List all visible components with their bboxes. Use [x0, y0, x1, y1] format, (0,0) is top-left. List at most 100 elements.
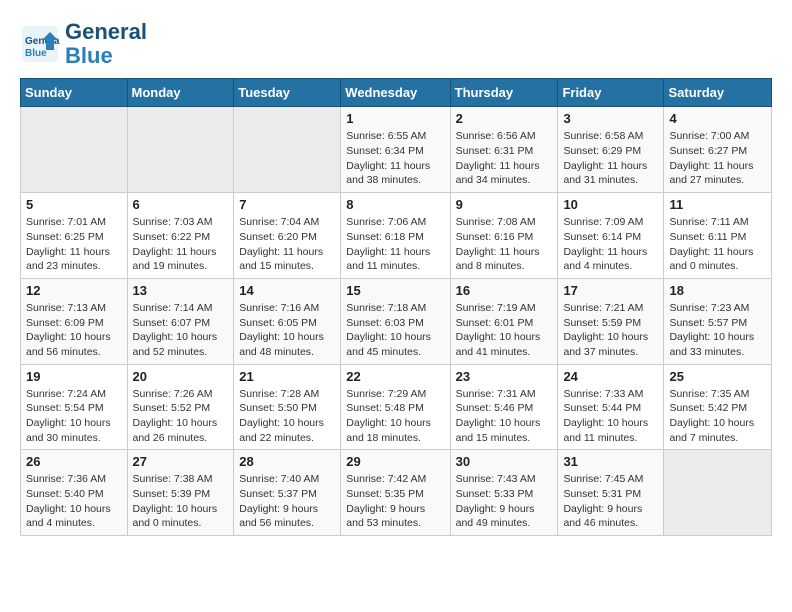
- day-number: 16: [456, 283, 553, 298]
- day-info: Sunrise: 7:08 AM Sunset: 6:16 PM Dayligh…: [456, 215, 553, 274]
- day-info: Sunrise: 7:00 AM Sunset: 6:27 PM Dayligh…: [669, 129, 766, 188]
- calendar-week-row: 1 Sunrise: 6:55 AM Sunset: 6:34 PM Daylig…: [21, 107, 772, 193]
- weekday-header: Sunday: [21, 79, 128, 107]
- day-info: Sunrise: 7:18 AM Sunset: 6:03 PM Dayligh…: [346, 301, 444, 360]
- day-number: 9: [456, 197, 553, 212]
- calendar-week-row: 5Sunrise: 7:01 AM Sunset: 6:25 PM Daylig…: [21, 193, 772, 279]
- calendar-cell: 14Sunrise: 7:16 AM Sunset: 6:05 PM Dayli…: [234, 278, 341, 364]
- day-info: Sunrise: 7:36 AM Sunset: 5:40 PM Dayligh…: [26, 472, 122, 531]
- weekday-header: Friday: [558, 79, 664, 107]
- calendar-cell: 30 Sunrise: 7:43 AM Sunset: 5:33 PM Dayli…: [450, 450, 558, 536]
- day-info: Sunrise: 7:43 AM Sunset: 5:33 PM Dayligh…: [456, 472, 553, 531]
- page-header: General Blue GeneralBlue: [20, 20, 772, 68]
- calendar-cell: 22 Sunrise: 7:29 AM Sunset: 5:48 PM Dayli…: [341, 364, 450, 450]
- day-number: 29: [346, 454, 444, 469]
- day-number: 2: [456, 111, 553, 126]
- calendar-cell: 5Sunrise: 7:01 AM Sunset: 6:25 PM Daylig…: [21, 193, 128, 279]
- calendar-cell: 13 Sunrise: 7:14 AM Sunset: 6:07 PM Dayli…: [127, 278, 234, 364]
- calendar-header-row: SundayMondayTuesdayWednesdayThursdayFrid…: [21, 79, 772, 107]
- day-number: 7: [239, 197, 335, 212]
- calendar-cell: 8 Sunrise: 7:06 AM Sunset: 6:18 PM Daylig…: [341, 193, 450, 279]
- day-info: Sunrise: 7:31 AM Sunset: 5:46 PM Dayligh…: [456, 387, 553, 446]
- day-info: Sunrise: 6:55 AM Sunset: 6:34 PM Dayligh…: [346, 129, 444, 188]
- day-number: 31: [563, 454, 658, 469]
- day-info: Sunrise: 7:24 AM Sunset: 5:54 PM Dayligh…: [26, 387, 122, 446]
- day-number: 17: [563, 283, 658, 298]
- calendar-cell: 26 Sunrise: 7:36 AM Sunset: 5:40 PM Dayli…: [21, 450, 128, 536]
- calendar-week-row: 19 Sunrise: 7:24 AM Sunset: 5:54 PM Dayli…: [21, 364, 772, 450]
- calendar-cell: [234, 107, 341, 193]
- day-info: Sunrise: 7:38 AM Sunset: 5:39 PM Dayligh…: [133, 472, 229, 531]
- day-info: Sunrise: 7:33 AM Sunset: 5:44 PM Dayligh…: [563, 387, 658, 446]
- calendar-cell: 27Sunrise: 7:38 AM Sunset: 5:39 PM Dayli…: [127, 450, 234, 536]
- calendar-cell: 16 Sunrise: 7:19 AM Sunset: 6:01 PM Dayli…: [450, 278, 558, 364]
- calendar-cell: 7 Sunrise: 7:04 AM Sunset: 6:20 PM Daylig…: [234, 193, 341, 279]
- day-number: 24: [563, 369, 658, 384]
- day-info: Sunrise: 7:01 AM Sunset: 6:25 PM Dayligh…: [26, 215, 122, 274]
- day-number: 8: [346, 197, 444, 212]
- day-info: Sunrise: 7:45 AM Sunset: 5:31 PM Dayligh…: [563, 472, 658, 531]
- day-number: 30: [456, 454, 553, 469]
- day-number: 10: [563, 197, 658, 212]
- day-number: 3: [563, 111, 658, 126]
- day-info: Sunrise: 7:03 AM Sunset: 6:22 PM Dayligh…: [133, 215, 229, 274]
- day-number: 23: [456, 369, 553, 384]
- day-number: 20: [133, 369, 229, 384]
- calendar-cell: 12Sunrise: 7:13 AM Sunset: 6:09 PM Dayli…: [21, 278, 128, 364]
- day-info: Sunrise: 7:09 AM Sunset: 6:14 PM Dayligh…: [563, 215, 658, 274]
- day-number: 21: [239, 369, 335, 384]
- day-info: Sunrise: 7:21 AM Sunset: 5:59 PM Dayligh…: [563, 301, 658, 360]
- logo-text: GeneralBlue: [65, 20, 147, 68]
- calendar-cell: 25Sunrise: 7:35 AM Sunset: 5:42 PM Dayli…: [664, 364, 772, 450]
- calendar-week-row: 12Sunrise: 7:13 AM Sunset: 6:09 PM Dayli…: [21, 278, 772, 364]
- calendar-cell: 24 Sunrise: 7:33 AM Sunset: 5:44 PM Dayli…: [558, 364, 664, 450]
- calendar-cell: 17 Sunrise: 7:21 AM Sunset: 5:59 PM Dayli…: [558, 278, 664, 364]
- calendar-cell: 2Sunrise: 6:56 AM Sunset: 6:31 PM Daylig…: [450, 107, 558, 193]
- calendar-week-row: 26 Sunrise: 7:36 AM Sunset: 5:40 PM Dayli…: [21, 450, 772, 536]
- day-info: Sunrise: 7:06 AM Sunset: 6:18 PM Dayligh…: [346, 215, 444, 274]
- day-number: 18: [669, 283, 766, 298]
- calendar-cell: 9 Sunrise: 7:08 AM Sunset: 6:16 PM Daylig…: [450, 193, 558, 279]
- day-number: 1: [346, 111, 444, 126]
- day-info: Sunrise: 7:04 AM Sunset: 6:20 PM Dayligh…: [239, 215, 335, 274]
- weekday-header: Tuesday: [234, 79, 341, 107]
- day-number: 11: [669, 197, 766, 212]
- day-info: Sunrise: 7:23 AM Sunset: 5:57 PM Dayligh…: [669, 301, 766, 360]
- calendar-cell: 11 Sunrise: 7:11 AM Sunset: 6:11 PM Dayli…: [664, 193, 772, 279]
- calendar-cell: 3Sunrise: 6:58 AM Sunset: 6:29 PM Daylig…: [558, 107, 664, 193]
- calendar-cell: 20 Sunrise: 7:26 AM Sunset: 5:52 PM Dayli…: [127, 364, 234, 450]
- logo-icon: General Blue: [20, 24, 60, 64]
- day-info: Sunrise: 7:11 AM Sunset: 6:11 PM Dayligh…: [669, 215, 766, 274]
- day-number: 14: [239, 283, 335, 298]
- svg-text:Blue: Blue: [25, 48, 47, 59]
- calendar-cell: 29 Sunrise: 7:42 AM Sunset: 5:35 PM Dayli…: [341, 450, 450, 536]
- day-number: 12: [26, 283, 122, 298]
- calendar-cell: [21, 107, 128, 193]
- calendar-cell: 18 Sunrise: 7:23 AM Sunset: 5:57 PM Dayli…: [664, 278, 772, 364]
- day-number: 19: [26, 369, 122, 384]
- day-number: 22: [346, 369, 444, 384]
- day-number: 28: [239, 454, 335, 469]
- calendar-table: SundayMondayTuesdayWednesdayThursdayFrid…: [20, 78, 772, 536]
- day-number: 4: [669, 111, 766, 126]
- weekday-header: Monday: [127, 79, 234, 107]
- day-info: Sunrise: 7:28 AM Sunset: 5:50 PM Dayligh…: [239, 387, 335, 446]
- calendar-cell: 31 Sunrise: 7:45 AM Sunset: 5:31 PM Dayli…: [558, 450, 664, 536]
- calendar-cell: [127, 107, 234, 193]
- day-number: 26: [26, 454, 122, 469]
- day-info: Sunrise: 7:26 AM Sunset: 5:52 PM Dayligh…: [133, 387, 229, 446]
- day-number: 13: [133, 283, 229, 298]
- calendar-cell: 1 Sunrise: 6:55 AM Sunset: 6:34 PM Daylig…: [341, 107, 450, 193]
- day-info: Sunrise: 7:14 AM Sunset: 6:07 PM Dayligh…: [133, 301, 229, 360]
- day-info: Sunrise: 7:42 AM Sunset: 5:35 PM Dayligh…: [346, 472, 444, 531]
- calendar-cell: 15Sunrise: 7:18 AM Sunset: 6:03 PM Dayli…: [341, 278, 450, 364]
- calendar-cell: 28Sunrise: 7:40 AM Sunset: 5:37 PM Dayli…: [234, 450, 341, 536]
- day-number: 25: [669, 369, 766, 384]
- logo: General Blue GeneralBlue: [20, 20, 147, 68]
- day-info: Sunrise: 7:19 AM Sunset: 6:01 PM Dayligh…: [456, 301, 553, 360]
- weekday-header: Thursday: [450, 79, 558, 107]
- day-info: Sunrise: 7:29 AM Sunset: 5:48 PM Dayligh…: [346, 387, 444, 446]
- calendar-cell: 19 Sunrise: 7:24 AM Sunset: 5:54 PM Dayli…: [21, 364, 128, 450]
- calendar-cell: 4 Sunrise: 7:00 AM Sunset: 6:27 PM Daylig…: [664, 107, 772, 193]
- weekday-header: Wednesday: [341, 79, 450, 107]
